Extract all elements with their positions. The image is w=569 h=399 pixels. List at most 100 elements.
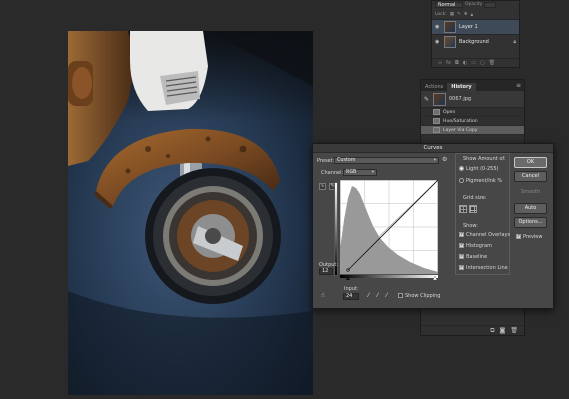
step-icon [433,118,440,124]
ok-button[interactable]: OK [514,157,547,168]
new-document-icon[interactable]: ⧉ [490,327,494,334]
auto-button[interactable]: Auto [514,203,547,214]
history-brush-icon[interactable]: ✎ [424,96,430,103]
eye-icon[interactable]: ◉ [435,24,441,30]
input-gradient-bar [340,275,438,278]
history-step[interactable]: Open [421,108,524,117]
options-button[interactable]: Options... [514,217,547,228]
pigment-label: Pigment/Ink % [466,178,503,184]
fx-icon[interactable]: fx [446,60,451,66]
lock-label: Lock: [435,12,447,17]
gear-icon[interactable]: ⚙ [442,156,447,163]
input-value: 24 [346,293,353,299]
layer-name: Layer 1 [459,24,478,30]
pigment-radio[interactable] [459,178,464,183]
tab-actions[interactable]: Actions [421,83,447,91]
history-step[interactable]: Layer Via Copy [421,126,524,135]
lock-icon: 🔒︎ [513,39,516,45]
show-clipping-label: Show Clipping [405,293,441,299]
lock-all-icon[interactable]: 🔒︎ [471,12,473,18]
channel-overlays-checkbox[interactable]: ✓ [459,232,464,237]
blend-row: Normal Opacity [432,1,519,10]
snapshot-thumbnail [433,92,446,106]
curves-graph[interactable] [340,180,438,280]
preview-checkbox[interactable]: ✓ [516,234,521,239]
trash-icon[interactable]: 🗑︎ [510,327,518,334]
channel-select[interactable]: RGB ▾ [343,169,377,176]
preview-label: Preview [523,234,543,240]
history-footer: ⧉ ◙ 🗑︎ [421,325,524,335]
lock-pixels-icon[interactable]: ▦ [450,12,454,17]
channel-overlays-label: Channel Overlays [466,232,511,238]
cancel-button[interactable]: Cancel [514,171,547,182]
document-canvas [68,31,313,395]
show-clipping-checkbox[interactable] [398,293,403,298]
step-icon [433,127,440,133]
grid-large-button[interactable] [469,205,477,213]
layer-row[interactable]: ◉ Background 🔒︎ [432,34,519,49]
snapshot-name: 0067.jpg [449,96,472,102]
output-field[interactable]: 12 [319,268,333,275]
history-tabs: Actions History ≡ [421,80,524,91]
dialog-title: Curves [313,144,553,153]
step-icon [433,109,440,115]
channel-label: Channel: [321,170,344,176]
histogram-checkbox[interactable]: ✓ [459,243,464,248]
layers-panel: Normal Opacity Lock: ▦ ✎ ✥ 🔒︎ ◉ Layer 1 … [431,0,520,68]
eye-icon[interactable]: ◉ [435,39,441,45]
blend-mode-select[interactable]: Normal [435,2,463,8]
chevron-down-icon: ▾ [433,158,436,163]
show-amount-label: Show Amount of: [463,156,506,162]
layer-name: Background [459,39,489,45]
mask-icon[interactable]: ◘ [455,60,459,66]
preset-value: Custom [337,158,356,163]
lock-position-icon[interactable]: ✥ [464,12,468,17]
folder-icon[interactable]: ▭ [471,60,476,66]
baseline-label: Baseline [466,254,488,260]
eyedropper-icon[interactable]: ⁄ [377,292,378,299]
grid-size-label: Grid size: [463,195,487,201]
camera-icon[interactable]: ◙ [500,327,506,334]
light-radio[interactable] [459,166,464,171]
blend-mode-value: Normal [438,3,456,8]
curve-point-tool-icon[interactable]: ∿ [319,183,326,190]
step-label: Layer Via Copy [443,127,478,133]
chevron-down-icon: ▾ [371,170,374,175]
step-label: Open [443,109,456,115]
input-field[interactable]: 24 [343,293,359,300]
history-step[interactable]: Hue/Saturation [421,117,524,126]
smooth-button: Smooth [520,189,541,195]
baseline-checkbox[interactable]: ✓ [459,254,464,259]
link-icon[interactable]: ∞ [438,60,442,66]
history-snapshot[interactable]: ✎ 0067.jpg [421,91,524,108]
lock-row: Lock: ▦ ✎ ✥ 🔒︎ [432,10,519,19]
show-label: Show: [463,223,478,229]
opacity-field[interactable] [484,2,497,8]
layer-thumbnail [444,21,456,33]
eyedropper-icon[interactable]: ⁄ [368,292,369,299]
adjustment-icon[interactable]: ◐ [463,60,467,66]
channel-value: RGB [346,170,357,175]
layers-footer: ∞ fx ◘ ◐ ▭ ▢ 🗑︎ [432,58,519,67]
scooter-photo [68,31,313,395]
step-label: Hue/Saturation [443,118,478,124]
tab-history[interactable]: History [447,83,476,91]
intersection-line-checkbox[interactable]: ✓ [459,265,464,270]
target-adjust-icon[interactable]: ☝ [321,292,325,299]
input-label: Input: [344,286,359,292]
intersection-line-label: Intersection Line [466,265,508,271]
grid-small-button[interactable] [459,205,467,213]
output-value: 12 [322,268,329,274]
light-label: Light (0-255) [466,166,499,172]
panel-menu-icon[interactable]: ≡ [516,82,521,89]
preset-select[interactable]: Custom ▾ [334,157,439,164]
layer-row[interactable]: ◉ Layer 1 [432,19,519,34]
new-layer-icon[interactable]: ▢ [480,60,485,66]
layer-thumbnail [444,36,456,48]
histogram-label: Histogram [466,243,492,249]
trash-icon[interactable]: 🗑︎ [489,60,495,66]
eyedropper-icon[interactable]: ⁄ [386,292,387,299]
opacity-label: Opacity [465,2,483,7]
lock-paint-icon[interactable]: ✎ [457,12,461,17]
preset-label: Preset: [317,158,335,164]
